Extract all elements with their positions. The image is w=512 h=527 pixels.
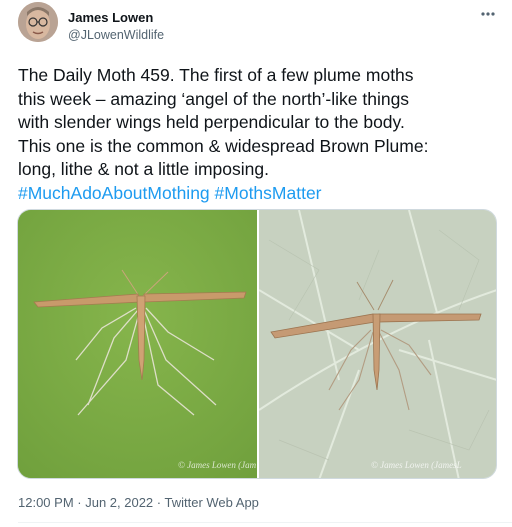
media-photo[interactable]: © James Lowen (Jam [18, 210, 257, 478]
hashtag-link[interactable]: #MuchAdoAboutMothing [18, 183, 210, 203]
photo-watermark: © James Lowen (Jam [178, 460, 257, 470]
tweet-text-line: long, lithe & not a little imposing. [18, 159, 269, 179]
tweet-metadata: 12:00 PM · Jun 2, 2022 · Twitter Web App [18, 495, 259, 510]
tweet: James Lowen @JLowenWildlife The Daily Mo… [0, 0, 512, 527]
meta-separator: · [73, 495, 86, 510]
media-photo[interactable]: © James Lowen (JamesL [259, 210, 496, 478]
tweet-source[interactable]: Twitter Web App [165, 495, 259, 510]
tweet-time[interactable]: 12:00 PM [18, 495, 74, 510]
moth-image [259, 210, 496, 478]
hashtag-link[interactable]: #MothsMatter [215, 183, 322, 203]
photo-watermark: © James Lowen (JamesL [371, 460, 462, 470]
media-grid: © James Lowen (Jam © James Lowen (JamesL [17, 209, 497, 479]
divider [18, 522, 512, 523]
author-handle[interactable]: @JLowenWildlife [68, 28, 164, 42]
more-horizontal-icon[interactable] [476, 4, 500, 24]
tweet-date[interactable]: Jun 2, 2022 [85, 495, 153, 510]
tweet-text-line: This one is the common & widespread Brow… [18, 135, 429, 156]
avatar-photo [18, 2, 58, 42]
hashtag-line: #MuchAdoAboutMothing #MothsMatter [18, 182, 504, 206]
tweet-text: The Daily Moth 459. The first of a few p… [18, 64, 504, 205]
tweet-text-line: with slender wings held perpendicular to… [18, 112, 405, 132]
avatar[interactable] [18, 2, 58, 42]
moth-image [18, 210, 257, 478]
author-name[interactable]: James Lowen [68, 10, 153, 25]
tweet-text-line: The Daily Moth 459. The first of a few p… [18, 65, 414, 85]
tweet-text-line: this week – amazing ‘angel of the north’… [18, 88, 410, 109]
meta-separator: · [153, 495, 165, 510]
